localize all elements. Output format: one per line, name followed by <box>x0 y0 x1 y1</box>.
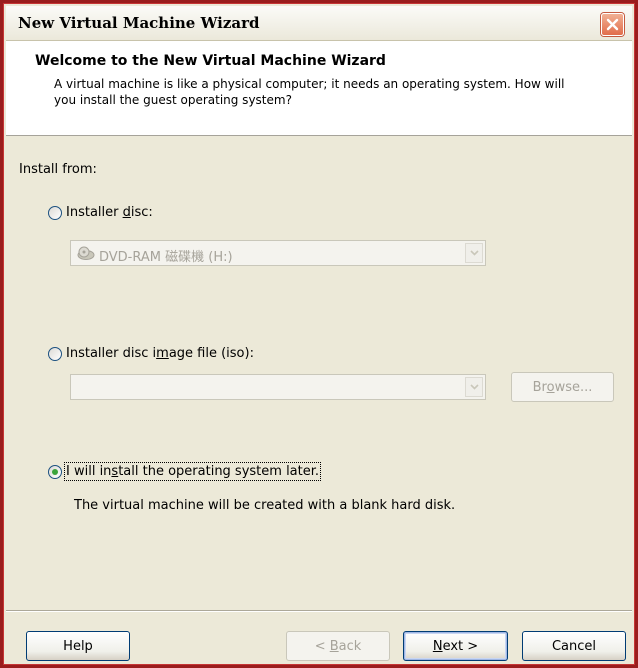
installer-disc-radio[interactable]: Installer disc: <box>48 205 153 220</box>
iso-path-combo[interactable] <box>70 374 486 400</box>
title-bar[interactable]: New Virtual Machine Wizard <box>6 6 632 41</box>
chevron-down-icon[interactable] <box>465 377 483 397</box>
help-button[interactable]: Help <box>26 631 130 661</box>
close-button[interactable] <box>601 13 624 36</box>
wizard-window: New Virtual Machine Wizard Welcome to th… <box>0 0 638 668</box>
next-label: Next > <box>432 638 479 654</box>
footer-separator <box>6 610 632 612</box>
wizard-content: Install from: Installer disc: DVD-RAM 磁碟… <box>6 136 632 606</box>
header-description: A virtual machine is like a physical com… <box>54 77 565 107</box>
install-from-label: Install from: <box>19 162 97 177</box>
wizard-header: Welcome to the New Virtual Machine Wizar… <box>6 41 632 136</box>
next-button[interactable]: Next > <box>403 631 508 661</box>
dvd-drive-icon <box>77 246 95 260</box>
cancel-button[interactable]: Cancel <box>522 631 626 661</box>
radio-button[interactable] <box>48 346 62 361</box>
browse-label: Browse... <box>532 379 593 395</box>
close-icon <box>606 18 619 31</box>
radio-button[interactable] <box>48 205 62 220</box>
installer-iso-radio[interactable]: Installer disc image file (iso): <box>48 346 254 361</box>
help-label: Help <box>63 638 93 654</box>
install-later-radio[interactable]: I will install the operating system late… <box>48 462 322 481</box>
blank-disk-note: The virtual machine will be created with… <box>74 498 456 513</box>
cancel-label: Cancel <box>551 638 597 654</box>
installer-iso-label: Installer disc image file (iso): <box>66 346 254 361</box>
disc-drive-value: DVD-RAM 磁碟機 (H:) <box>99 250 233 265</box>
chevron-down-icon[interactable] <box>465 243 483 263</box>
back-label: < Back <box>314 638 362 654</box>
back-button[interactable]: < Back <box>286 631 390 661</box>
header-title: Welcome to the New Virtual Machine Wizar… <box>35 53 386 69</box>
disc-drive-select[interactable]: DVD-RAM 磁碟機 (H:) <box>70 240 486 266</box>
radio-button-selected[interactable] <box>48 464 62 479</box>
window-title: New Virtual Machine Wizard <box>18 14 260 32</box>
installer-disc-label: Installer disc: <box>66 205 153 220</box>
install-later-label: I will install the operating system late… <box>63 462 322 481</box>
browse-button[interactable]: Browse... <box>511 372 614 402</box>
